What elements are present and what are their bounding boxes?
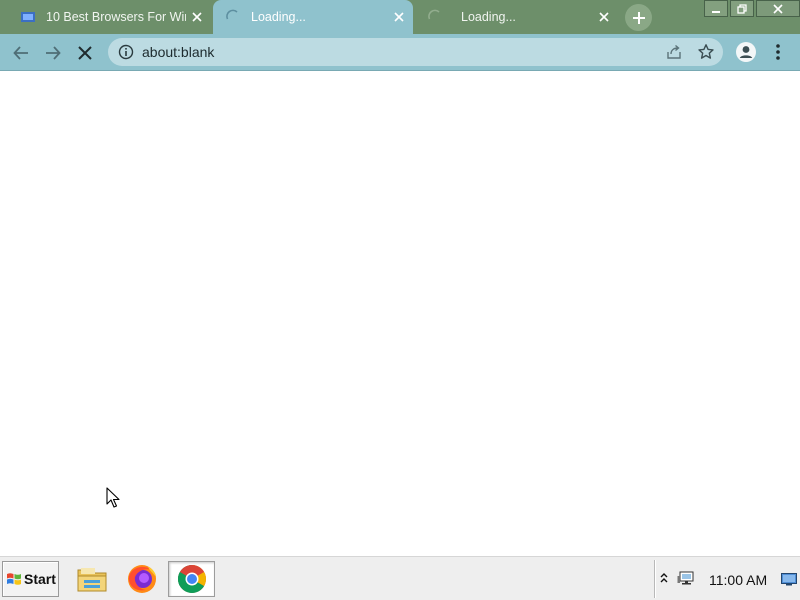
tab-loading-inactive[interactable]: Loading... [415, 0, 618, 34]
stop-x-icon [78, 46, 92, 60]
address-text[interactable]: about:blank [142, 44, 214, 60]
forward-button[interactable] [40, 40, 66, 66]
address-bar[interactable]: about:blank [108, 38, 723, 66]
tab-browsers-article[interactable]: 10 Best Browsers For Wind [8, 0, 211, 34]
tab-close-icon[interactable] [189, 9, 205, 25]
taskbar-app-file-explorer[interactable] [71, 561, 113, 597]
window-controls [702, 0, 800, 18]
loading-spinner-icon [427, 9, 443, 25]
tab-close-icon[interactable] [596, 9, 612, 25]
close-window-button[interactable] [756, 0, 800, 17]
firefox-icon [128, 565, 156, 593]
mouse-cursor-icon [106, 487, 120, 508]
folder-icon [77, 568, 107, 592]
network-icon[interactable] [677, 571, 695, 587]
info-icon[interactable] [118, 44, 134, 60]
star-icon[interactable] [697, 43, 715, 61]
tab-title: Loading... [461, 10, 516, 24]
taskbar-app-firefox[interactable] [121, 561, 163, 597]
tab-loading-active[interactable]: Loading... [213, 0, 413, 34]
start-label: Start [24, 571, 56, 587]
browser-toolbar: about:blank [0, 34, 800, 71]
arrow-left-icon [13, 46, 28, 60]
loading-spinner-icon [225, 9, 241, 25]
clock[interactable]: 11:00 AM [709, 572, 767, 588]
restore-button[interactable] [730, 0, 754, 17]
screen: 10 Best Browsers For Wind Loading... Loa… [0, 0, 800, 600]
site-favicon-icon [20, 9, 36, 25]
minimize-button[interactable] [704, 0, 728, 17]
taskbar-app-chrome[interactable] [168, 561, 215, 597]
restore-icon [737, 3, 747, 14]
new-tab-button[interactable] [625, 4, 652, 31]
tab-title: Loading... [251, 10, 306, 24]
back-button[interactable] [8, 40, 34, 66]
show-desktop-icon[interactable] [781, 573, 797, 586]
profile-icon[interactable] [735, 41, 757, 63]
arrow-right-icon [46, 46, 61, 60]
chrome-icon [177, 565, 206, 593]
page-content[interactable] [0, 72, 800, 556]
kebab-menu-icon[interactable] [770, 42, 786, 62]
start-button[interactable]: Start [2, 561, 59, 597]
tab-title: 10 Best Browsers For Wind [46, 10, 186, 24]
stop-button[interactable] [72, 40, 98, 66]
tab-strip: 10 Best Browsers For Wind Loading... Loa… [0, 0, 800, 34]
close-icon [773, 3, 783, 14]
plus-icon [632, 11, 645, 24]
chevron-up-icon[interactable] [660, 572, 668, 587]
taskbar: Start 11:00 AM [0, 556, 800, 600]
share-icon[interactable] [665, 43, 683, 61]
windows-flag-icon [6, 571, 22, 587]
system-tray: 11:00 AM [654, 560, 800, 598]
tab-close-icon[interactable] [391, 9, 407, 25]
minimize-icon [712, 10, 720, 13]
